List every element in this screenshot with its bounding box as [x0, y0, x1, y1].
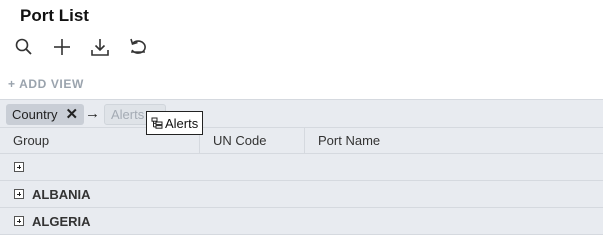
drag-ghost-alerts[interactable]: Alerts	[146, 111, 204, 135]
plus-icon	[54, 39, 70, 55]
group-cell: ALBANIA	[32, 186, 91, 202]
page-title: Port List	[20, 6, 89, 25]
remove-icon[interactable]: ✕	[66, 107, 79, 122]
expand-icon[interactable]	[14, 162, 24, 172]
add-button[interactable]	[50, 35, 74, 59]
column-header-port-name[interactable]: Port Name	[305, 128, 603, 153]
undo-button[interactable]	[126, 35, 150, 59]
group-arrow: →	[85, 105, 100, 122]
table-header: Group UN Code Port Name	[0, 127, 603, 154]
column-header-un-code[interactable]: UN Code	[200, 128, 305, 153]
group-chip-label: Country	[12, 107, 58, 122]
table-row[interactable]: ALGERIA	[0, 208, 603, 235]
expand-icon[interactable]	[14, 216, 24, 226]
row-group-panel[interactable]: Country ✕ → Alerts	[0, 99, 603, 127]
group-icon	[151, 117, 163, 129]
toolbar	[12, 34, 164, 60]
group-cell: ALGERIA	[32, 213, 91, 229]
group-chip-label: Alerts	[111, 107, 145, 122]
expand-icon[interactable]	[14, 189, 24, 199]
search-icon	[15, 38, 32, 55]
group-chip-country[interactable]: Country ✕	[6, 104, 85, 125]
drag-ghost-label: Alerts	[165, 115, 199, 131]
table-row[interactable]: ALBANIA	[0, 181, 603, 208]
search-button[interactable]	[12, 35, 36, 59]
add-view-button[interactable]: + ADD VIEW	[8, 77, 84, 91]
undo-icon	[130, 38, 146, 54]
download-icon	[91, 39, 109, 56]
table-row[interactable]	[0, 154, 603, 181]
download-button[interactable]	[88, 35, 112, 59]
